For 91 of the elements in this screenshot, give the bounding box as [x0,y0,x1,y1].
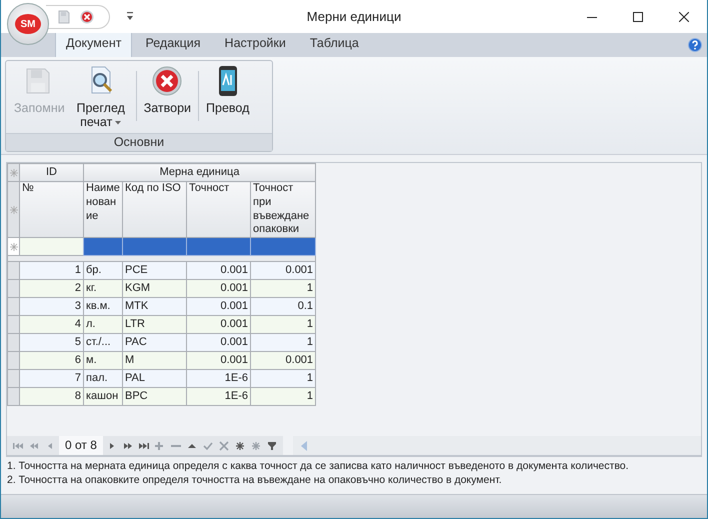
help-icon[interactable] [688,38,702,52]
table-cell: л. [84,316,122,334]
band-header[interactable]: ID [20,164,84,182]
last-icon[interactable] [138,440,149,450]
table-cell: 1 [20,262,84,280]
table-cell: 1 [250,334,316,352]
table-cell: PAC [122,334,186,352]
column-header[interactable]: Точност [186,182,250,238]
note-text: 2. Точността на опаковките определя точността на въвеждане на опаковъчно количество в документ. [7,473,502,487]
table-cell: кв.м. [84,298,122,316]
group-label: Основни [6,133,272,151]
table-cell: 1 [250,388,316,406]
column-header[interactable]: Точност при въвеждане опаковки [250,182,316,238]
table-cell: 0.001 [186,334,250,352]
row-selector[interactable] [8,316,20,334]
table-cell: 0.001 [250,262,316,280]
ribbon-tab[interactable]: Редакция [134,30,212,57]
row-selector[interactable] [8,280,20,298]
caret-icon [115,121,122,126]
table-cell: кашон [84,388,122,406]
table-cell: 8 [20,388,84,406]
row-selector[interactable] [8,352,20,370]
first-icon[interactable] [13,440,23,450]
scroll-left-icon[interactable] [300,440,307,450]
new-record-icon[interactable] [234,440,245,450]
close-icon [151,65,184,97]
table-cell: 0.001 [250,352,316,370]
ribbon-button[interactable]: Затвори [140,65,196,116]
new-row-cell[interactable] [84,238,122,256]
new-row-cell[interactable] [20,238,84,256]
ribbon-button[interactable]: Преглед печат [68,65,133,130]
table-cell: ст./... [84,334,122,352]
new-row-cell[interactable] [186,238,250,256]
new-row-cell[interactable] [250,238,316,256]
table-cell: 1 [250,316,316,334]
table-cell: 7 [20,370,84,388]
record-position: 0 от 8 [59,436,103,455]
table-cell: 3 [20,298,84,316]
table-cell: 0.001 [186,280,250,298]
table-cell: 1 [250,280,316,298]
note-text: 1. Точността на мерната единица определя с каква точност да се записва като наличност въведеното в документа количество. [7,459,629,473]
table-cell: LTR [122,316,186,334]
filter-icon[interactable] [266,440,277,450]
close-icon[interactable] [679,12,689,22]
horizontal-scrollbar[interactable] [292,436,701,455]
table-cell: M [122,352,186,370]
table-cell: 1E-6 [186,370,250,388]
table-cell: MTK [122,298,186,316]
row-selector[interactable] [8,334,20,352]
column-header[interactable]: Наименование [84,182,122,238]
table-cell: 0.001 [186,352,250,370]
confirm-icon[interactable] [202,440,213,450]
previous-page-icon[interactable] [29,440,39,450]
row-selector[interactable] [8,262,20,280]
table-cell: кг. [84,280,122,298]
ribbon-tab[interactable]: Настройки [214,30,297,57]
table-cell: 0.001 [186,262,250,280]
row-selector[interactable] [8,388,20,406]
table-cell: PAL [122,370,186,388]
new-row-cell[interactable] [122,238,186,256]
table-cell: м. [84,352,122,370]
table-cell: 1E-6 [186,388,250,406]
ribbon-button[interactable]: Превод [202,65,254,116]
table-cell: 4 [20,316,84,334]
table-cell: 0.001 [186,316,250,334]
column-header[interactable]: № [20,182,84,238]
cancel-icon[interactable] [218,440,229,450]
table-cell: KGM [122,280,186,298]
maximize-icon[interactable] [633,12,643,22]
table-cell: пал. [84,370,122,388]
window-title: Мерни единици [306,8,402,24]
table-cell: 0.001 [186,298,250,316]
table-cell: 5 [20,334,84,352]
new-record-alt-icon[interactable] [250,440,261,450]
table-cell: 6 [20,352,84,370]
table-cell: 1 [250,370,316,388]
add-icon[interactable] [154,440,165,450]
row-selector[interactable] [8,370,20,388]
row-selector[interactable] [8,298,20,316]
table-cell: PCE [122,262,186,280]
table-cell: BPC [122,388,186,406]
next-page-icon[interactable] [122,440,133,450]
table-cell: 2 [20,280,84,298]
save-icon[interactable] [58,10,70,24]
app-logo[interactable]: SM [7,3,49,45]
customize-menu-icon[interactable] [126,12,134,21]
table-cell: бр. [84,262,122,280]
column-header[interactable]: Код по ISO [122,182,186,238]
table-cell: 0.1 [250,298,316,316]
band-header[interactable]: Мерна единица [84,164,316,182]
ribbon-tab[interactable]: Таблица [298,30,370,57]
